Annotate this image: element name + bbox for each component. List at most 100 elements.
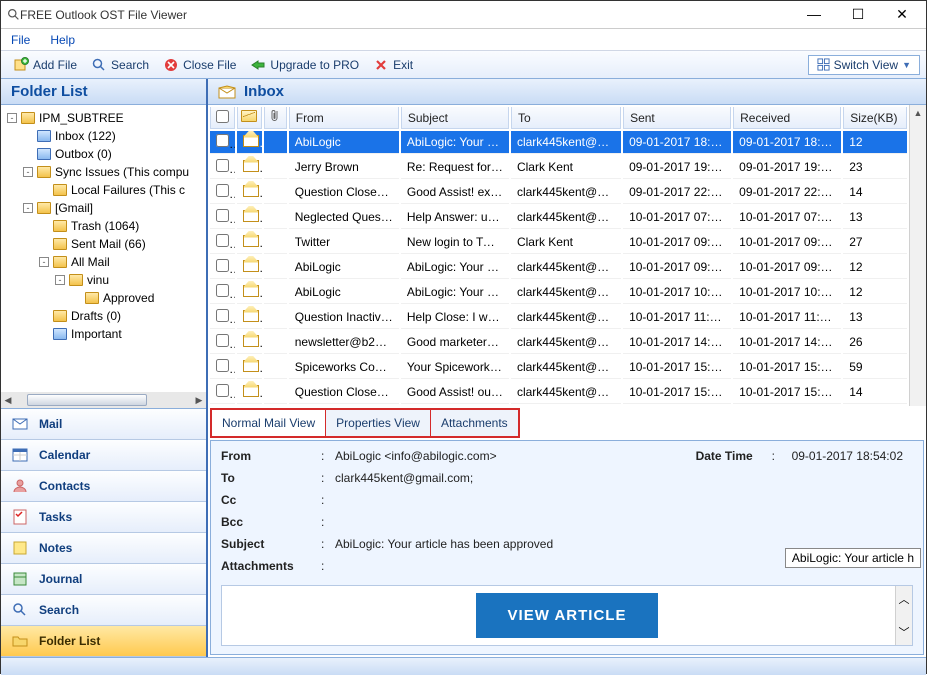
tree-node[interactable]: -[Gmail] [3,199,204,217]
menu-help[interactable]: Help [50,33,75,47]
nav-item-contacts[interactable]: Contacts [1,471,206,502]
folder-icon [37,202,51,214]
nav-item-search[interactable]: Search [1,595,206,626]
email-row[interactable]: AbiLogic AbiLogic: Your art…clark445kent… [210,131,907,154]
minimize-button[interactable]: — [800,6,828,23]
close-button[interactable]: ✕ [888,6,916,23]
upgrade-button[interactable]: Upgrade to PRO [244,55,365,75]
email-row[interactable]: newsletter@b2b…Good marketers …clark445k… [210,331,907,354]
body-vscrollbar[interactable]: ︿ ﹀ [895,586,912,645]
email-row[interactable]: Question Closed …Good Assist! exch…clark… [210,181,907,204]
tree-node[interactable]: Drafts (0) [3,307,204,325]
cell-to: clark445kent@g… [511,306,621,329]
switch-view-button[interactable]: Switch View ▼ [808,55,920,75]
menu-file[interactable]: File [11,33,30,47]
col-size[interactable]: Size(KB) [843,107,907,129]
tree-node[interactable]: -IPM_SUBTREE [3,109,204,127]
col-received[interactable]: Received [733,107,841,129]
tree-node[interactable]: Approved [3,289,204,307]
nav-item-calendar[interactable]: Calendar [1,440,206,471]
view-article-button[interactable]: VIEW ARTICLE [476,593,659,638]
row-checkbox[interactable] [216,334,229,347]
tree-node[interactable]: Trash (1064) [3,217,204,235]
select-all-checkbox[interactable] [216,110,229,123]
col-subject[interactable]: Subject [401,107,509,129]
add-file-button[interactable]: Add File [7,55,83,75]
scroll-left-icon[interactable]: ◀ [1,395,15,406]
col-to[interactable]: To [511,107,621,129]
tree-node-label: Important [71,327,122,341]
exit-button[interactable]: Exit [367,55,419,75]
tab-properties[interactable]: Properties View [326,410,431,436]
folder-icon [37,166,51,178]
tree-node[interactable]: -All Mail [3,253,204,271]
email-row[interactable]: Neglected Questi…Help Answer: use…clark4… [210,206,907,229]
row-checkbox[interactable] [216,359,229,372]
col-read-icon[interactable] [237,107,262,129]
body-scroll-up-icon[interactable]: ︿ [896,586,912,612]
tree-node[interactable]: Inbox (122) [3,127,204,145]
tree-node[interactable]: Local Failures (This c [3,181,204,199]
cell-size: 12 [843,131,907,154]
scroll-thumb[interactable] [27,394,147,406]
cell-from: Jerry Brown [289,156,399,179]
col-attachment-icon[interactable] [264,107,287,129]
tab-attachments[interactable]: Attachments [431,410,518,436]
tree-node[interactable]: Sent Mail (66) [3,235,204,253]
row-checkbox[interactable] [216,259,229,272]
folder-tree[interactable]: -IPM_SUBTREEInbox (122)Outbox (0)-Sync I… [1,105,206,392]
scroll-right-icon[interactable]: ▶ [192,395,206,406]
nav-item-tasks[interactable]: Tasks [1,502,206,533]
cell-from: AbiLogic [289,131,399,154]
row-checkbox[interactable] [216,184,229,197]
content-title: Inbox [244,83,284,100]
cell-subject: Your Spiceworks … [401,356,509,379]
row-checkbox[interactable] [216,234,229,247]
close-file-button[interactable]: Close File [157,55,242,75]
email-row[interactable]: Jerry Brown Re: Request for G…Clark Kent… [210,156,907,179]
col-checkbox[interactable] [210,107,235,129]
email-vscrollbar[interactable]: ▲ [909,105,926,406]
row-checkbox[interactable] [216,284,229,297]
tab-normal-mail[interactable]: Normal Mail View [212,410,326,436]
row-checkbox[interactable] [216,309,229,322]
col-sent[interactable]: Sent [623,107,731,129]
email-row[interactable]: AbiLogic AbiLogic: Your art…clark445kent… [210,281,907,304]
nav-item-folder-list[interactable]: Folder List [1,626,206,657]
cell-sent: 10-01-2017 07:31:… [623,206,731,229]
tree-expander-icon[interactable]: - [23,167,33,177]
cell-subject: AbiLogic: Your art… [401,256,509,279]
tree-expander-icon[interactable]: - [7,113,17,123]
email-row[interactable]: Question Inactive…Help Close: I wan…clar… [210,306,907,329]
maximize-button[interactable]: ☐ [844,6,872,23]
col-from[interactable]: From [289,107,399,129]
nav-item-notes[interactable]: Notes [1,533,206,564]
envelope-icon [241,110,257,122]
tree-node[interactable]: Important [3,325,204,343]
row-checkbox[interactable] [216,384,229,397]
email-row[interactable]: Twitter New login to Twit…Clark Kent 10-… [210,231,907,254]
tree-node[interactable]: -vinu [3,271,204,289]
row-checkbox[interactable] [216,159,229,172]
tree-hscrollbar[interactable]: ◀ ▶ [1,392,206,408]
tree-expander-icon[interactable]: - [55,275,65,285]
row-checkbox[interactable] [216,209,229,222]
scroll-up-icon[interactable]: ▲ [910,105,926,121]
cell-received: 09-01-2017 18:54:… [733,131,841,154]
nav-item-mail[interactable]: Mail [1,409,206,440]
body-scroll-down-icon[interactable]: ﹀ [896,619,912,645]
tree-node[interactable]: -Sync Issues (This compu [3,163,204,181]
email-row[interactable]: AbiLogic AbiLogic: Your art…clark445kent… [210,256,907,279]
email-row[interactable]: Question Closed …Good Assist! outl…clark… [210,381,907,404]
row-checkbox[interactable] [216,134,229,147]
cell-received: 10-01-2017 09:41:… [733,231,841,254]
title-bar: FREE Outlook OST File Viewer — ☐ ✕ [1,1,926,29]
cell-to: Clark Kent [511,231,621,254]
tree-expander-icon[interactable]: - [39,257,49,267]
email-row[interactable]: Spiceworks Com…Your Spiceworks …clark445… [210,356,907,379]
tree-expander-icon[interactable]: - [23,203,33,213]
folder-icon [11,632,29,650]
tree-node[interactable]: Outbox (0) [3,145,204,163]
nav-item-journal[interactable]: Journal [1,564,206,595]
search-button[interactable]: Search [85,55,155,75]
